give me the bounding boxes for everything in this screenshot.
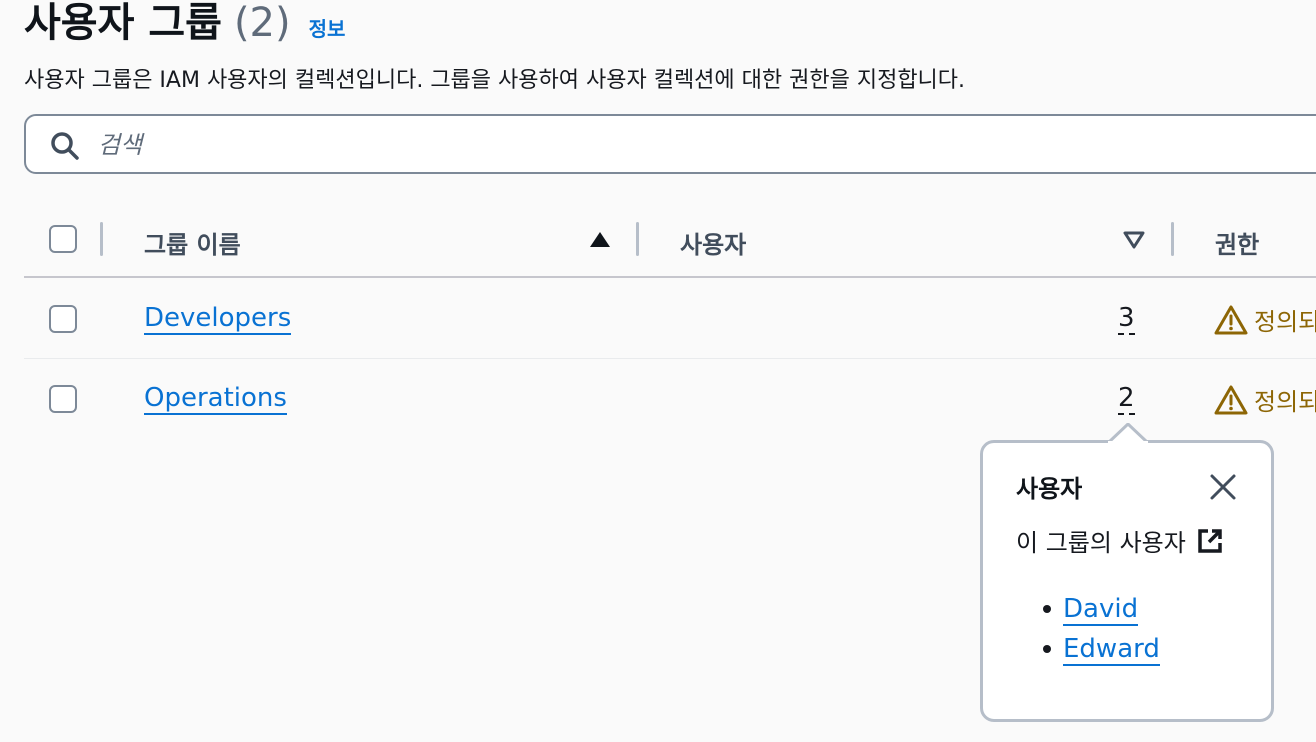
page-title: 사용자 그룹 [24, 0, 222, 46]
column-header-users[interactable]: 사용자 [680, 225, 746, 260]
warning-icon [1214, 305, 1248, 334]
select-all-checkbox[interactable] [49, 225, 77, 253]
user-list: David Edward [1043, 591, 1160, 671]
group-name-link[interactable]: Operations [144, 383, 287, 415]
sort-descending-icon[interactable] [1122, 228, 1146, 252]
popover-arrow [1108, 423, 1148, 443]
page-header: 사용자 그룹 (2) 정보 [24, 0, 345, 48]
search-box[interactable] [24, 114, 1316, 174]
users-popover: 사용자 이 그룹의 사용자 David Edward [980, 440, 1274, 722]
column-divider[interactable] [1171, 222, 1174, 256]
external-link-icon [1198, 528, 1222, 553]
search-icon [51, 132, 79, 160]
info-link[interactable]: 정보 [309, 13, 346, 42]
close-icon[interactable] [1209, 473, 1237, 501]
search-input[interactable] [96, 124, 1100, 166]
bullet [1043, 605, 1051, 613]
popover-title: 사용자 [1016, 475, 1083, 503]
warning-icon [1214, 385, 1248, 414]
row-checkbox[interactable] [49, 385, 77, 413]
user-count-trigger[interactable]: 2 [1118, 383, 1135, 415]
group-name-link[interactable]: Developers [144, 303, 292, 335]
permissions-status: 정의되 [1214, 382, 1316, 417]
group-count: (2) [233, 0, 291, 46]
bullet [1043, 645, 1051, 653]
row-divider [24, 358, 1316, 359]
iam-user-groups-page: 사용자 그룹 (2) 정보 사용자 그룹은 IAM 사용자의 컬렉션입니다. 그… [0, 0, 1316, 742]
user-link[interactable]: David [1063, 594, 1139, 626]
column-header-permissions[interactable]: 권한 [1215, 225, 1259, 260]
user-count-trigger[interactable]: 3 [1118, 303, 1135, 335]
row-checkbox[interactable] [49, 305, 77, 333]
group-users-link[interactable]: 이 그룹의 사용자 [1016, 523, 1224, 558]
permissions-text: 정의되 [1254, 388, 1316, 416]
list-item: David [1043, 591, 1160, 631]
table-header-divider [24, 276, 1316, 278]
list-item: Edward [1043, 631, 1160, 671]
user-link[interactable]: Edward [1063, 634, 1160, 666]
column-divider[interactable] [636, 222, 639, 256]
column-header-group-name[interactable]: 그룹 이름 [144, 225, 241, 260]
group-users-label: 이 그룹의 사용자 [1016, 529, 1186, 557]
page-description: 사용자 그룹은 IAM 사용자의 컬렉션입니다. 그룹을 사용하여 사용자 컬렉… [24, 68, 966, 93]
column-divider[interactable] [100, 222, 103, 256]
permissions-text: 정의되 [1254, 308, 1316, 336]
permissions-status: 정의되 [1214, 302, 1316, 337]
sort-ascending-icon[interactable] [588, 228, 612, 252]
